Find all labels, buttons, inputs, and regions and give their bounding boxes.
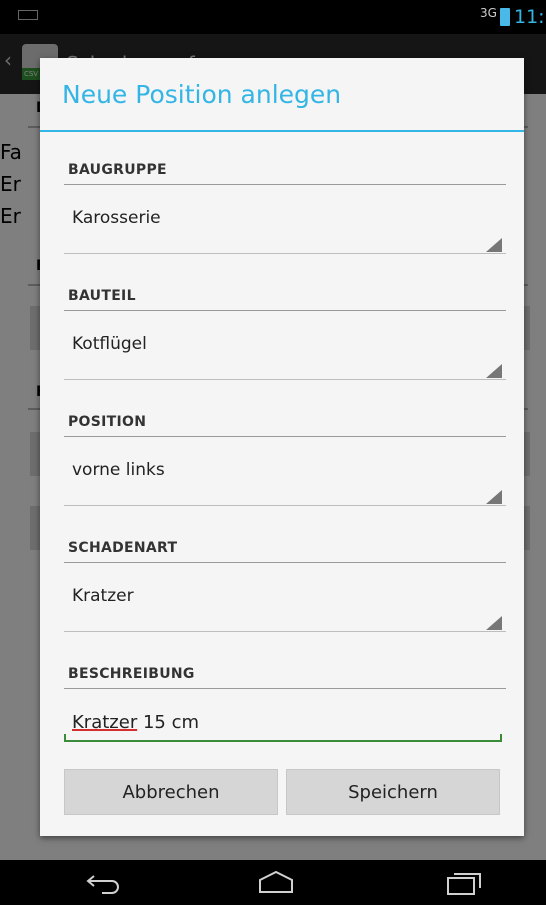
system-navigation-bar bbox=[0, 860, 546, 905]
save-button[interactable]: Speichern bbox=[286, 769, 500, 815]
spinner-dropdown-icon bbox=[486, 616, 502, 630]
spinner-baseline bbox=[64, 253, 506, 254]
spinner-dropdown-icon bbox=[486, 238, 502, 252]
description-text-rest: 15 cm bbox=[137, 712, 199, 733]
signal-indicator: 3G bbox=[480, 6, 497, 20]
section-divider bbox=[64, 310, 506, 311]
spinner-baseline bbox=[64, 505, 506, 506]
section-divider bbox=[64, 436, 506, 437]
bauteil-spinner[interactable]: Kotflügel bbox=[64, 330, 506, 380]
section-label-schadenart: SCHADENART bbox=[68, 540, 178, 556]
title-divider bbox=[40, 130, 524, 132]
section-label-position: POSITION bbox=[68, 414, 147, 430]
recent-apps-icon[interactable] bbox=[444, 868, 488, 896]
spinner-dropdown-icon bbox=[486, 490, 502, 504]
clock: 11:28 bbox=[514, 6, 546, 28]
spinner-baseline bbox=[64, 631, 506, 632]
cancel-button[interactable]: Abbrechen bbox=[64, 769, 278, 815]
spinner-value: Kratzer bbox=[72, 586, 134, 606]
spinner-value: Kotflügel bbox=[72, 334, 147, 354]
section-label-beschreibung: BESCHREIBUNG bbox=[68, 666, 195, 682]
battery-icon bbox=[500, 8, 510, 26]
schadenart-spinner[interactable]: Kratzer bbox=[64, 582, 506, 632]
spinner-value: Karosserie bbox=[72, 208, 161, 228]
input-underline bbox=[64, 740, 502, 742]
section-label-bauteil: BAUTEIL bbox=[68, 288, 136, 304]
section-divider bbox=[64, 562, 506, 563]
description-input[interactable]: Kratzer 15 cm bbox=[64, 710, 506, 742]
baugruppe-spinner[interactable]: Karosserie bbox=[64, 204, 506, 254]
position-spinner[interactable]: vorne links bbox=[64, 456, 506, 506]
home-icon[interactable] bbox=[254, 868, 298, 896]
spinner-value: vorne links bbox=[72, 460, 165, 480]
misspelled-word: Kratzer bbox=[72, 712, 138, 733]
description-text: Kratzer 15 cm bbox=[72, 712, 199, 733]
back-icon[interactable] bbox=[84, 868, 124, 896]
section-divider bbox=[64, 184, 506, 185]
dialog-title: Neue Position anlegen bbox=[62, 80, 342, 109]
new-position-dialog: Neue Position anlegen BAUGRUPPE Karosser… bbox=[40, 58, 524, 836]
section-divider bbox=[64, 688, 506, 689]
section-label-baugruppe: BAUGRUPPE bbox=[68, 162, 167, 178]
spinner-baseline bbox=[64, 379, 506, 380]
status-bar: 3G 11:28 bbox=[0, 0, 546, 34]
spinner-dropdown-icon bbox=[486, 364, 502, 378]
notification-icon bbox=[18, 10, 38, 20]
